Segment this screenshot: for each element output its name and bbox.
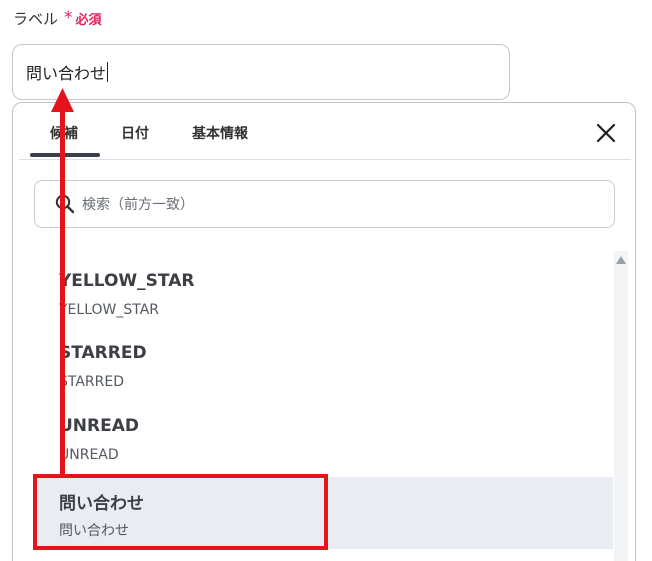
option-unread[interactable]: UNREAD UNREAD <box>34 416 613 474</box>
option-title: UNREAD <box>59 416 140 436</box>
text-caret <box>107 62 109 82</box>
label-input-value: 問い合わせ <box>26 64 107 83</box>
option-inquiry[interactable]: 問い合わせ 問い合わせ <box>34 477 613 549</box>
tab-date[interactable]: 日付 <box>121 123 149 143</box>
option-yellow-star[interactable]: YELLOW_STAR YELLOW_STAR <box>34 271 613 329</box>
option-starred[interactable]: STARRED STARRED <box>34 343 613 401</box>
scroll-up-arrow-icon[interactable] <box>615 255 627 265</box>
option-title: STARRED <box>59 343 147 363</box>
search-icon <box>55 194 75 214</box>
label-field-label: ラベル * 必須 <box>13 8 102 29</box>
suggestion-popup: 候補 日付 基本情報 検索（前方一致） YELLOW_STAR YELLOW_S… <box>12 102 636 561</box>
scrollbar-track[interactable] <box>614 251 628 561</box>
option-title: 問い合わせ <box>59 494 144 514</box>
popup-tabs: 候補 日付 基本情報 <box>13 103 635 159</box>
search-placeholder: 検索（前方一致） <box>82 197 194 213</box>
option-subtitle: YELLOW_STAR <box>59 302 160 318</box>
tab-basic-info[interactable]: 基本情報 <box>192 123 248 143</box>
field-label-text: ラベル <box>13 10 59 28</box>
close-icon[interactable] <box>593 120 619 146</box>
option-subtitle: 問い合わせ <box>59 523 129 539</box>
tabs-divider <box>19 159 631 160</box>
option-subtitle: STARRED <box>59 374 125 390</box>
required-star: * <box>64 8 73 28</box>
required-text: 必須 <box>75 13 102 28</box>
option-subtitle: UNREAD <box>59 447 119 463</box>
search-input[interactable]: 検索（前方一致） <box>34 180 615 228</box>
form-root: ラベル * 必須 問い合わせ 候補 日付 基本情報 検索（前方一致） YELLO… <box>0 0 652 561</box>
tab-candidates[interactable]: 候補 <box>50 123 78 143</box>
label-input[interactable]: 問い合わせ <box>12 44 510 100</box>
active-tab-indicator <box>30 153 100 157</box>
option-title: YELLOW_STAR <box>59 271 195 291</box>
